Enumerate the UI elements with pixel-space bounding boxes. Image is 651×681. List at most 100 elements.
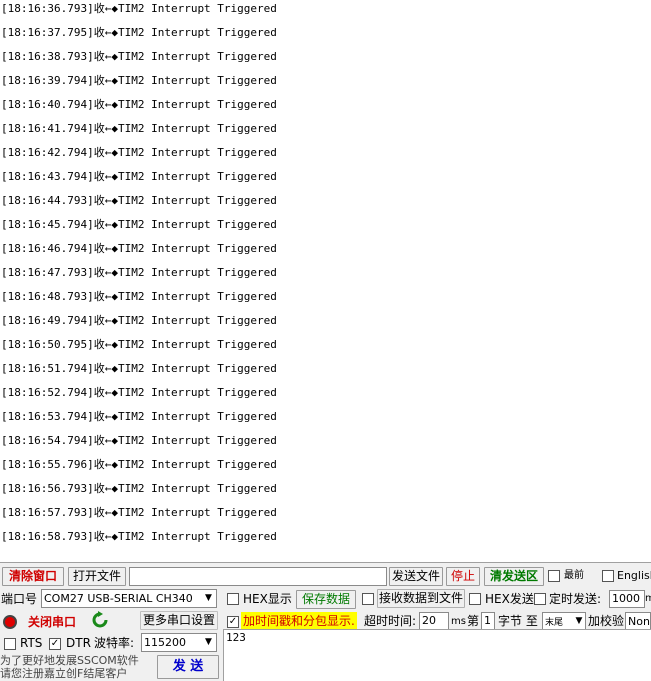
receive-direction-icon: 收←◆: [93, 506, 118, 519]
log-timestamp: [18:16:56.793]: [1, 482, 94, 495]
log-message: TIM2 Interrupt Triggered: [117, 338, 277, 351]
log-timestamp: [18:16:50.795]: [1, 338, 94, 351]
send-button[interactable]: 发 送: [157, 655, 219, 679]
log-timestamp: [18:16:48.793]: [1, 290, 94, 303]
log-line: [18:16:43.794]收←◆TIM2 Interrupt Triggere…: [1, 168, 277, 192]
receive-direction-icon: 收←◆: [93, 2, 118, 15]
hex-display-checkbox[interactable]: [227, 593, 239, 605]
english-checkbox[interactable]: [602, 570, 614, 582]
log-timestamp: [18:16:49.794]: [1, 314, 94, 327]
topmost-checkbox[interactable]: [548, 570, 560, 582]
log-message: TIM2 Interrupt Triggered: [117, 290, 277, 303]
log-message: TIM2 Interrupt Triggered: [117, 482, 277, 495]
log-timestamp: [18:16:52.794]: [1, 386, 94, 399]
rts-label: RTS: [20, 636, 43, 650]
nth-label: 第: [467, 614, 480, 628]
timed-interval-input[interactable]: 1000: [609, 590, 645, 608]
chevron-down-icon: ▼: [201, 590, 216, 607]
hex-send-label: HEX发送: [485, 592, 534, 606]
control-panel: 清除窗口 打开文件 发送文件 停止 清发送区 最前 English 端口号 CO…: [0, 562, 651, 681]
log-line: [18:16:58.793]收←◆TIM2 Interrupt Triggere…: [1, 528, 277, 552]
send-file-button[interactable]: 发送文件: [389, 567, 443, 586]
dtr-checkbox[interactable]: ✓: [49, 638, 61, 650]
checksum-label: 加校验: [588, 614, 625, 628]
receive-direction-icon: 收←◆: [93, 26, 118, 39]
baud-select-value: 115200: [144, 636, 186, 649]
checksum-select-value: None: [628, 615, 650, 628]
receive-direction-icon: 收←◆: [93, 122, 118, 135]
receive-direction-icon: 收←◆: [93, 338, 118, 351]
log-message: TIM2 Interrupt Triggered: [117, 314, 277, 327]
log-line: [18:16:55.796]收←◆TIM2 Interrupt Triggere…: [1, 456, 277, 480]
promo-line-2: 请您注册嘉立创F结尾客户: [0, 667, 128, 680]
log-line: [18:16:36.793]收←◆TIM2 Interrupt Triggere…: [1, 0, 277, 24]
log-timestamp: [18:16:57.793]: [1, 506, 94, 519]
log-message: TIM2 Interrupt Triggered: [117, 98, 277, 111]
log-line: [18:16:49.794]收←◆TIM2 Interrupt Triggere…: [1, 312, 277, 336]
receive-log[interactable]: [18:16:36.793]收←◆TIM2 Interrupt Triggere…: [0, 0, 651, 562]
hex-display-label: HEX显示: [243, 592, 292, 606]
send-text-value: 123: [226, 631, 246, 644]
port-select[interactable]: COM27 USB-SERIAL CH340 ▼: [41, 589, 217, 608]
timed-unit-label: m: [645, 593, 651, 604]
receive-direction-icon: 收←◆: [93, 434, 118, 447]
english-label: English: [617, 569, 651, 582]
log-message: TIM2 Interrupt Triggered: [117, 410, 277, 423]
log-line: [18:16:57.793]收←◆TIM2 Interrupt Triggere…: [1, 504, 277, 528]
log-line: [18:16:53.794]收←◆TIM2 Interrupt Triggere…: [1, 408, 277, 432]
dtr-label: DTR: [66, 636, 91, 650]
log-line: [18:16:51.794]收←◆TIM2 Interrupt Triggere…: [1, 360, 277, 384]
timed-send-checkbox[interactable]: [534, 593, 546, 605]
log-message: TIM2 Interrupt Triggered: [117, 458, 277, 471]
hex-send-checkbox[interactable]: [469, 593, 481, 605]
log-timestamp: [18:16:55.796]: [1, 458, 94, 471]
send-text-area[interactable]: 123: [223, 629, 651, 681]
log-message: TIM2 Interrupt Triggered: [117, 2, 277, 15]
stop-button[interactable]: 停止: [446, 567, 480, 586]
log-line: [18:16:48.793]收←◆TIM2 Interrupt Triggere…: [1, 288, 277, 312]
receive-direction-icon: 收←◆: [93, 362, 118, 375]
receive-direction-icon: 收←◆: [93, 458, 118, 471]
log-message: TIM2 Interrupt Triggered: [117, 218, 277, 231]
receive-direction-icon: 收←◆: [93, 98, 118, 111]
chevron-down-icon: ▼: [201, 634, 216, 651]
file-path-input[interactable]: [129, 567, 387, 586]
log-timestamp: [18:16:38.793]: [1, 50, 94, 63]
close-port-button[interactable]: 关闭串口: [28, 613, 76, 631]
more-port-settings-button[interactable]: 更多串口设置: [140, 611, 218, 630]
log-timestamp: [18:16:36.793]: [1, 2, 94, 15]
log-timestamp: [18:16:54.794]: [1, 434, 94, 447]
rts-checkbox[interactable]: [4, 638, 16, 650]
clear-send-button[interactable]: 清发送区: [484, 567, 544, 586]
receive-to-file-checkbox[interactable]: [362, 593, 374, 605]
receive-direction-icon: 收←◆: [93, 290, 118, 303]
nth-byte-input[interactable]: 1: [481, 612, 495, 630]
byte-to-label: 字节 至: [498, 614, 538, 628]
log-message: TIM2 Interrupt Triggered: [117, 434, 277, 447]
save-data-button[interactable]: 保存数据: [296, 590, 356, 609]
log-timestamp: [18:16:42.794]: [1, 146, 94, 159]
log-message: TIM2 Interrupt Triggered: [117, 386, 277, 399]
receive-direction-icon: 收←◆: [93, 194, 118, 207]
log-line: [18:16:46.794]收←◆TIM2 Interrupt Triggere…: [1, 240, 277, 264]
open-file-button[interactable]: 打开文件: [68, 567, 126, 586]
log-timestamp: [18:16:51.794]: [1, 362, 94, 375]
log-timestamp: [18:16:53.794]: [1, 410, 94, 423]
log-message: TIM2 Interrupt Triggered: [117, 242, 277, 255]
log-message: TIM2 Interrupt Triggered: [117, 122, 277, 135]
timeout-input[interactable]: 20: [419, 612, 449, 630]
clear-window-button[interactable]: 清除窗口: [2, 567, 64, 586]
receive-direction-icon: 收←◆: [93, 410, 118, 423]
receive-direction-icon: 收←◆: [93, 74, 118, 87]
refresh-icon[interactable]: [91, 611, 109, 629]
receive-to-file-button[interactable]: 接收数据到文件: [377, 589, 465, 608]
timeout-label: 超时时间:: [364, 614, 417, 628]
promo-line-1: 为了更好地发展SSCOM软件: [0, 654, 139, 667]
timestamp-checkbox[interactable]: ✓: [227, 616, 239, 628]
log-timestamp: [18:16:43.794]: [1, 170, 94, 183]
log-line: [18:16:52.794]收←◆TIM2 Interrupt Triggere…: [1, 384, 277, 408]
log-line: [18:16:39.794]收←◆TIM2 Interrupt Triggere…: [1, 72, 277, 96]
receive-direction-icon: 收←◆: [93, 218, 118, 231]
baud-select[interactable]: 115200 ▼: [141, 633, 217, 652]
log-line: [18:16:40.794]收←◆TIM2 Interrupt Triggere…: [1, 96, 277, 120]
